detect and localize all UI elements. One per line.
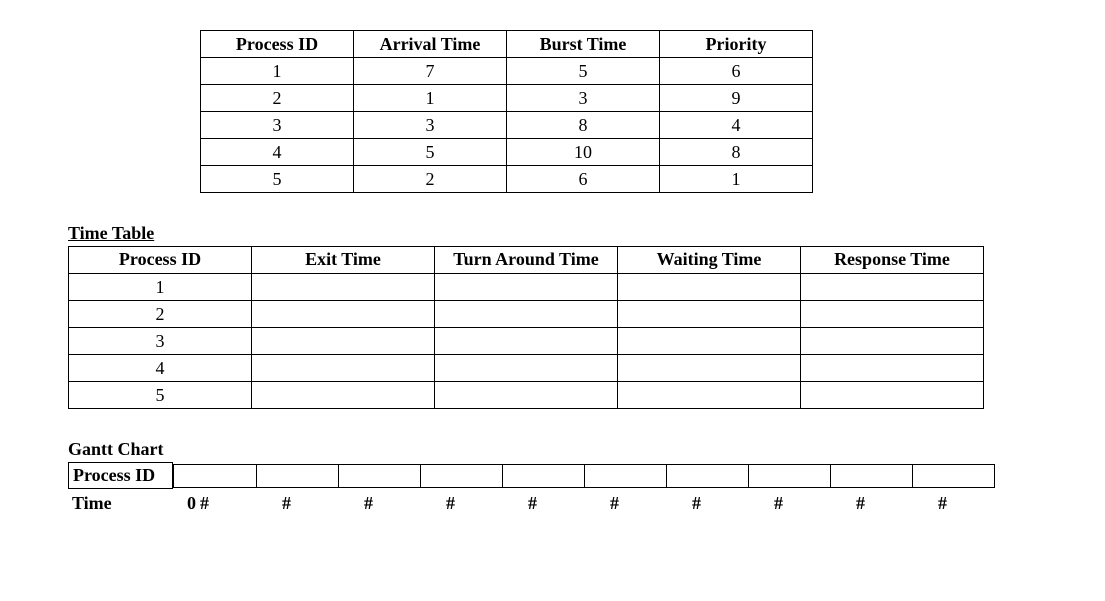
table-cell: 6 xyxy=(660,58,813,85)
gantt-time-marker: # xyxy=(446,493,528,514)
table-cell xyxy=(252,274,435,301)
gantt-slot xyxy=(912,465,994,487)
table-cell xyxy=(435,301,618,328)
table-cell xyxy=(435,328,618,355)
gantt-time-marker: # xyxy=(364,493,446,514)
table-cell xyxy=(618,382,801,409)
table-row: 5 xyxy=(69,382,984,409)
gantt-time-0: 0 xyxy=(174,493,200,514)
gantt-slot xyxy=(830,465,912,487)
table-cell xyxy=(252,382,435,409)
gantt-slot xyxy=(666,465,748,487)
table-cell xyxy=(435,382,618,409)
table-cell: 1 xyxy=(69,274,252,301)
gantt-time-marker: # xyxy=(938,493,1020,514)
gantt-time-marker: # xyxy=(774,493,856,514)
col-tt-process-id: Process ID xyxy=(69,247,252,274)
col-tt-turnaround: Turn Around Time xyxy=(435,247,618,274)
table-cell: 9 xyxy=(660,85,813,112)
table-cell: 2 xyxy=(201,85,354,112)
table-cell: 3 xyxy=(354,112,507,139)
table-cell: 2 xyxy=(354,166,507,193)
gantt-time-marker: # xyxy=(856,493,938,514)
table-row: 2139 xyxy=(201,85,813,112)
table-cell: 1 xyxy=(201,58,354,85)
gantt-slot xyxy=(174,465,256,487)
col-tt-response: Response Time xyxy=(801,247,984,274)
input-table: Process ID Arrival Time Burst Time Prior… xyxy=(200,30,813,193)
gantt-slot xyxy=(420,465,502,487)
table-cell: 5 xyxy=(354,139,507,166)
gantt-slots xyxy=(173,464,995,488)
table-cell xyxy=(252,355,435,382)
table-cell: 5 xyxy=(201,166,354,193)
table-cell xyxy=(801,328,984,355)
table-row: 5261 xyxy=(201,166,813,193)
table-cell: 8 xyxy=(507,112,660,139)
gantt-slot xyxy=(338,465,420,487)
time-table: Process ID Exit Time Turn Around Time Wa… xyxy=(68,246,984,409)
gantt-time-marker: # xyxy=(692,493,774,514)
table-cell: 4 xyxy=(660,112,813,139)
table-cell xyxy=(801,301,984,328)
table-row: 45108 xyxy=(201,139,813,166)
time-table-title: Time Table xyxy=(68,223,1045,244)
table-cell: 6 xyxy=(507,166,660,193)
table-cell xyxy=(618,355,801,382)
table-cell: 7 xyxy=(354,58,507,85)
table-cell: 3 xyxy=(69,328,252,355)
table-cell xyxy=(618,274,801,301)
table-cell: 10 xyxy=(507,139,660,166)
gantt-title: Gantt Chart xyxy=(68,439,1045,460)
gantt-slot xyxy=(256,465,338,487)
col-burst-time: Burst Time xyxy=(507,31,660,58)
table-row: 2 xyxy=(69,301,984,328)
table-row: 1756 xyxy=(201,58,813,85)
table-cell: 8 xyxy=(660,139,813,166)
col-arrival-time: Arrival Time xyxy=(354,31,507,58)
table-cell xyxy=(252,301,435,328)
table-cell: 1 xyxy=(354,85,507,112)
table-cell xyxy=(435,355,618,382)
table-cell: 5 xyxy=(507,58,660,85)
col-priority: Priority xyxy=(660,31,813,58)
gantt-slot xyxy=(502,465,584,487)
gantt-time-marker: # xyxy=(200,493,282,514)
gantt-time-marker: # xyxy=(282,493,364,514)
table-cell: 2 xyxy=(69,301,252,328)
table-cell xyxy=(801,382,984,409)
table-cell xyxy=(618,328,801,355)
table-row: 4 xyxy=(69,355,984,382)
table-cell xyxy=(252,328,435,355)
table-cell xyxy=(618,301,801,328)
table-cell: 4 xyxy=(69,355,252,382)
gantt-pid-label: Process ID xyxy=(68,462,173,489)
table-row: 3 xyxy=(69,328,984,355)
gantt-time-marker: # xyxy=(528,493,610,514)
table-cell: 3 xyxy=(507,85,660,112)
gantt-slot xyxy=(584,465,666,487)
time-table-header-row: Process ID Exit Time Turn Around Time Wa… xyxy=(69,247,984,274)
table-cell: 1 xyxy=(660,166,813,193)
table-row: 1 xyxy=(69,274,984,301)
table-cell: 3 xyxy=(201,112,354,139)
table-row: 3384 xyxy=(201,112,813,139)
gantt-time-marker: # xyxy=(610,493,692,514)
input-table-header-row: Process ID Arrival Time Burst Time Prior… xyxy=(201,31,813,58)
table-cell: 5 xyxy=(69,382,252,409)
table-cell: 4 xyxy=(201,139,354,166)
col-tt-exit-time: Exit Time xyxy=(252,247,435,274)
col-tt-waiting: Waiting Time xyxy=(618,247,801,274)
gantt-slot xyxy=(748,465,830,487)
table-cell xyxy=(801,355,984,382)
table-cell xyxy=(801,274,984,301)
col-process-id: Process ID xyxy=(201,31,354,58)
gantt-time-label: Time xyxy=(68,491,174,516)
table-cell xyxy=(435,274,618,301)
